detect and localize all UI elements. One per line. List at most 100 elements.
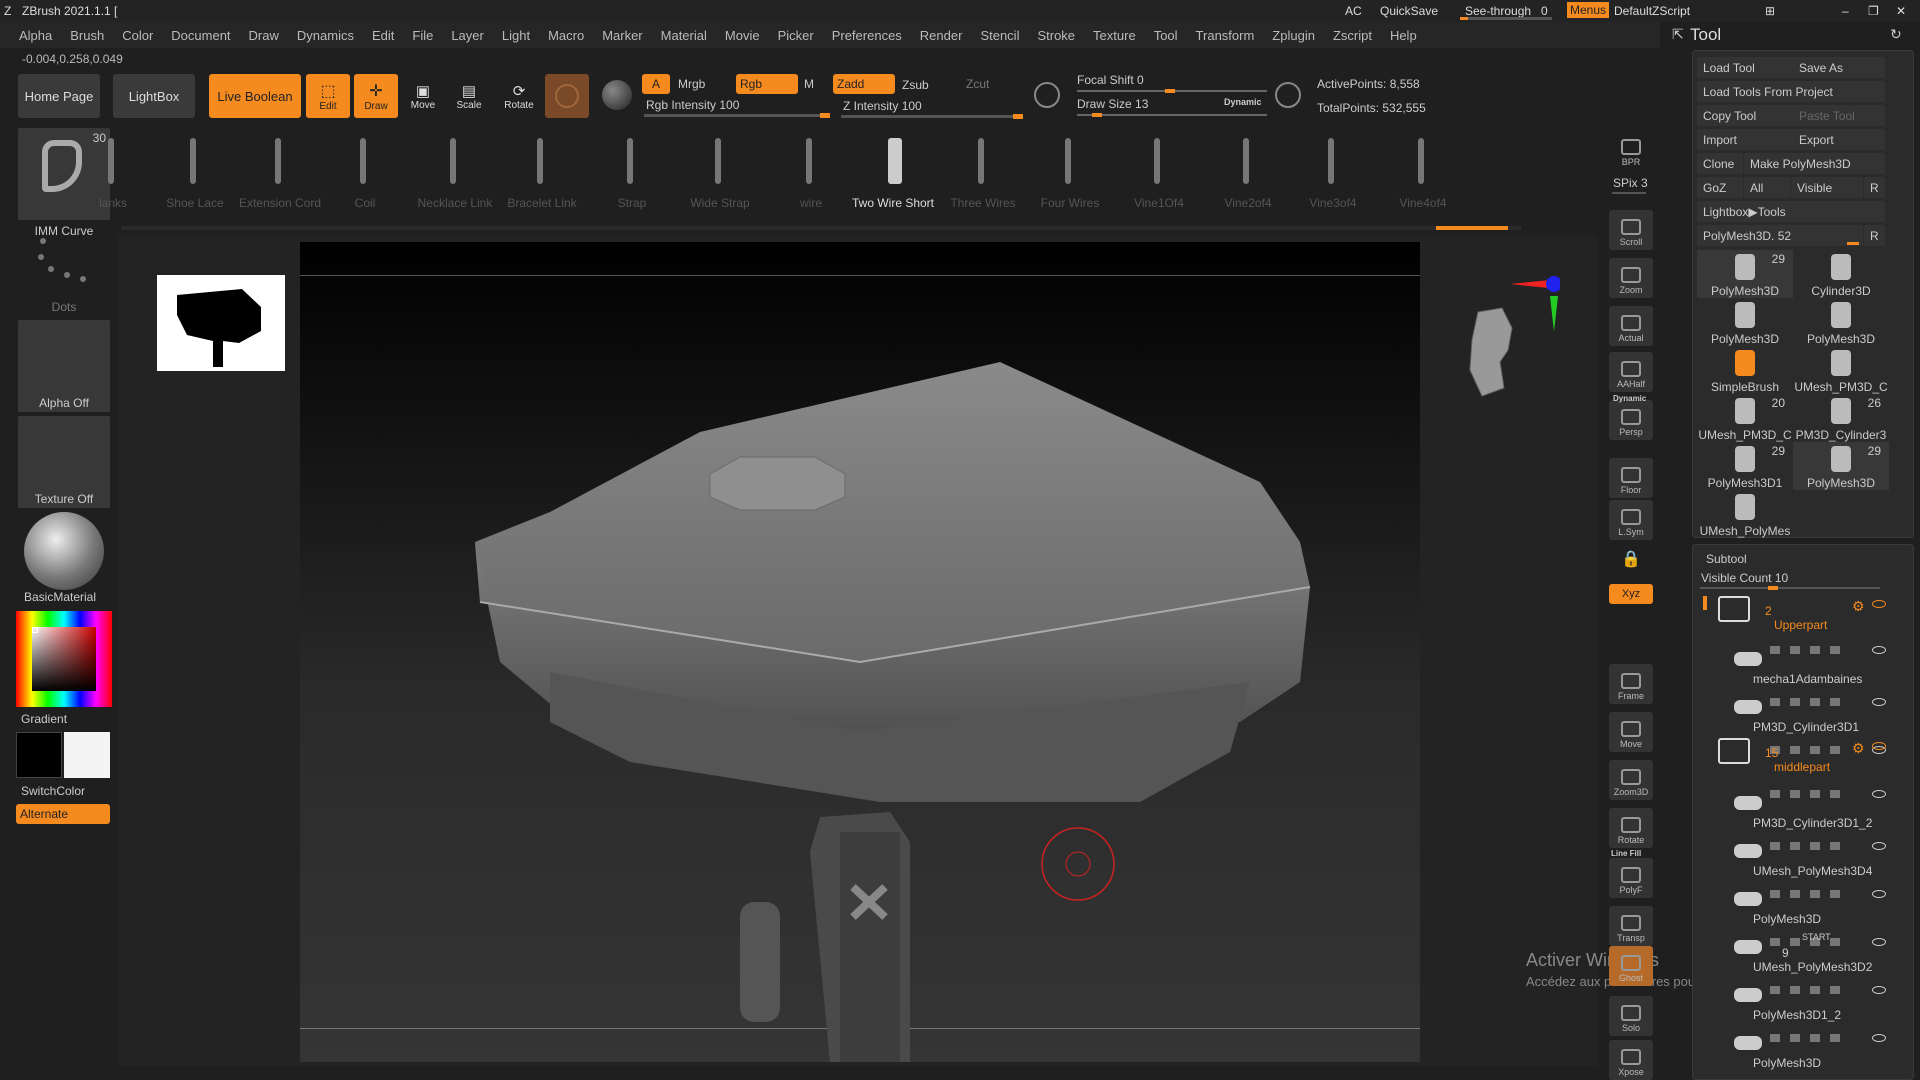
rgb-button[interactable]: Rgb xyxy=(736,74,798,94)
tool-thumbnail[interactable]: UMesh_PM3D_C xyxy=(1793,346,1889,394)
shelf-item[interactable]: lanks xyxy=(70,128,156,210)
save-as-button[interactable]: Save As xyxy=(1793,57,1885,78)
shelf-item[interactable]: Three Wires xyxy=(940,128,1026,210)
lazy-mouse-icon[interactable] xyxy=(1034,82,1060,108)
live-boolean-button[interactable]: Live Boolean xyxy=(209,74,301,118)
subtool-name[interactable]: PolyMesh3D xyxy=(1753,912,1821,926)
subtool-name[interactable]: UMesh_PolyMesh3D4 xyxy=(1753,864,1872,878)
subtool-name[interactable]: PM3D_Cylinder3D1_2 xyxy=(1753,816,1872,830)
menus-button[interactable]: Menus xyxy=(1567,2,1610,18)
pin-icon[interactable]: ⇱ xyxy=(1672,26,1684,43)
folder-icon[interactable] xyxy=(1718,596,1750,622)
xpose-button[interactable]: Xpose xyxy=(1609,1040,1653,1080)
shelf-item[interactable]: Shoe Lace xyxy=(152,128,238,210)
mrgb-button[interactable]: Mrgb xyxy=(678,77,705,91)
spix-slider[interactable] xyxy=(1612,192,1646,194)
menu-layer[interactable]: Layer xyxy=(451,28,484,43)
current-tool-slider[interactable]: PolyMesh3D. 52 xyxy=(1697,225,1863,246)
zsub-button[interactable]: Zsub xyxy=(902,78,929,92)
menu-stencil[interactable]: Stencil xyxy=(980,28,1019,43)
menu-marker[interactable]: Marker xyxy=(602,28,642,43)
move-button[interactable]: Move xyxy=(1609,712,1653,752)
visible-count[interactable]: Visible Count 10 xyxy=(1701,571,1788,585)
minimize-icon[interactable]: – xyxy=(1842,4,1849,18)
shelf-item[interactable]: Vine4of4 xyxy=(1380,128,1466,210)
menu-zscript[interactable]: Zscript xyxy=(1333,28,1372,43)
tool-thumbnail[interactable]: 29 PolyMesh3D1 xyxy=(1697,442,1793,490)
draw-size-slider[interactable] xyxy=(1077,113,1267,117)
subtool-mesh-icon[interactable] xyxy=(1734,988,1762,1002)
stroke-thumbnail[interactable]: Dots xyxy=(18,224,110,316)
subtool-mesh-icon[interactable] xyxy=(1734,796,1762,810)
tool-thumbnail[interactable]: UMesh_PolyMes xyxy=(1697,490,1793,538)
subtool-name[interactable]: mecha1Adambaines xyxy=(1753,672,1862,686)
lightbox-tools-button[interactable]: Lightbox▶Tools xyxy=(1697,201,1885,222)
export-button[interactable]: Export xyxy=(1793,129,1885,150)
paste-tool-button[interactable]: Paste Tool xyxy=(1793,105,1885,126)
home-page-button[interactable]: Home Page xyxy=(18,74,100,118)
layout-icon[interactable]: ⊞ xyxy=(1765,4,1775,18)
secondary-color-swatch[interactable] xyxy=(64,732,110,778)
color-picker[interactable] xyxy=(16,611,112,707)
maximize-icon[interactable]: ❐ xyxy=(1868,4,1879,18)
visibility-eye-icon[interactable] xyxy=(1872,1034,1886,1042)
zoom3d-button[interactable]: Zoom3D xyxy=(1609,760,1653,800)
dynamic-size-icon[interactable] xyxy=(1275,82,1301,108)
shelf-item[interactable]: Vine3of4 xyxy=(1290,128,1376,210)
folder-eye-icon[interactable] xyxy=(1872,742,1886,750)
close-icon[interactable]: ✕ xyxy=(1896,4,1906,18)
menu-help[interactable]: Help xyxy=(1390,28,1417,43)
actual-button[interactable]: Actual xyxy=(1609,306,1653,346)
subtool-toggles[interactable] xyxy=(1770,842,1850,850)
gradient-label[interactable]: Gradient xyxy=(21,712,67,726)
menu-zplugin[interactable]: Zplugin xyxy=(1272,28,1315,43)
lock-button[interactable]: 🔒 xyxy=(1609,544,1653,574)
switchcolor-button[interactable]: SwitchColor xyxy=(21,784,85,798)
texture-thumbnail[interactable]: Texture Off xyxy=(18,416,110,508)
shelf-item[interactable]: Four Wires xyxy=(1027,128,1113,210)
dynamic-label[interactable]: Dynamic xyxy=(1224,97,1262,107)
scale-button[interactable]: ▤ Scale xyxy=(448,76,490,116)
axis-gizmo-icon[interactable] xyxy=(1510,272,1562,332)
refresh-icon[interactable]: ↻ xyxy=(1890,26,1902,43)
menu-texture[interactable]: Texture xyxy=(1093,28,1136,43)
sculpt-model[interactable] xyxy=(300,242,1420,1062)
menu-file[interactable]: File xyxy=(412,28,433,43)
zoom-button[interactable]: Zoom xyxy=(1609,258,1653,298)
script-name[interactable]: DefaultZScript xyxy=(1614,4,1690,18)
move-button[interactable]: ▣ Move xyxy=(402,76,444,116)
subtool-title[interactable]: Subtool xyxy=(1706,552,1747,566)
folder-icon[interactable] xyxy=(1718,738,1750,764)
m-button[interactable]: M xyxy=(804,77,814,91)
menu-tool[interactable]: Tool xyxy=(1154,28,1178,43)
tool-thumbnail[interactable]: PolyMesh3D xyxy=(1697,298,1793,346)
tool-thumbnail[interactable]: Cylinder3D xyxy=(1793,250,1889,298)
visibility-eye-icon[interactable] xyxy=(1872,790,1886,798)
copy-tool-button[interactable]: Copy Tool xyxy=(1697,105,1795,126)
zcut-button[interactable]: Zcut xyxy=(966,77,989,91)
shelf-scrollbar[interactable] xyxy=(121,226,1521,230)
tool-thumbnail[interactable]: SimpleBrush xyxy=(1697,346,1793,394)
shelf-item[interactable]: Wide Strap xyxy=(677,128,763,210)
visibility-eye-icon[interactable] xyxy=(1872,986,1886,994)
shelf-item[interactable]: wire xyxy=(768,128,854,210)
menu-dynamics[interactable]: Dynamics xyxy=(297,28,354,43)
z-intensity-slider[interactable] xyxy=(841,114,1023,119)
viewport-canvas[interactable] xyxy=(300,242,1420,1062)
menu-edit[interactable]: Edit xyxy=(372,28,394,43)
make-polymesh-button[interactable]: Make PolyMesh3D xyxy=(1744,153,1885,174)
spix-label[interactable]: SPix 3 xyxy=(1613,176,1648,190)
menu-brush[interactable]: Brush xyxy=(70,28,104,43)
menu-stroke[interactable]: Stroke xyxy=(1037,28,1075,43)
visible-button[interactable]: Visible xyxy=(1791,177,1863,198)
sphere-material-icon[interactable] xyxy=(602,80,632,110)
subtool-toggles[interactable] xyxy=(1770,646,1850,654)
menu-document[interactable]: Document xyxy=(171,28,230,43)
menu-picker[interactable]: Picker xyxy=(778,28,814,43)
folder-eye-icon[interactable] xyxy=(1872,600,1886,608)
menu-alpha[interactable]: Alpha xyxy=(19,28,52,43)
subtool-name[interactable]: PolyMesh3D1_2 xyxy=(1753,1008,1841,1022)
menu-color[interactable]: Color xyxy=(122,28,153,43)
folder-gear-icon[interactable]: ⚙ xyxy=(1852,598,1865,615)
folder-gear-icon[interactable]: ⚙ xyxy=(1852,740,1865,757)
